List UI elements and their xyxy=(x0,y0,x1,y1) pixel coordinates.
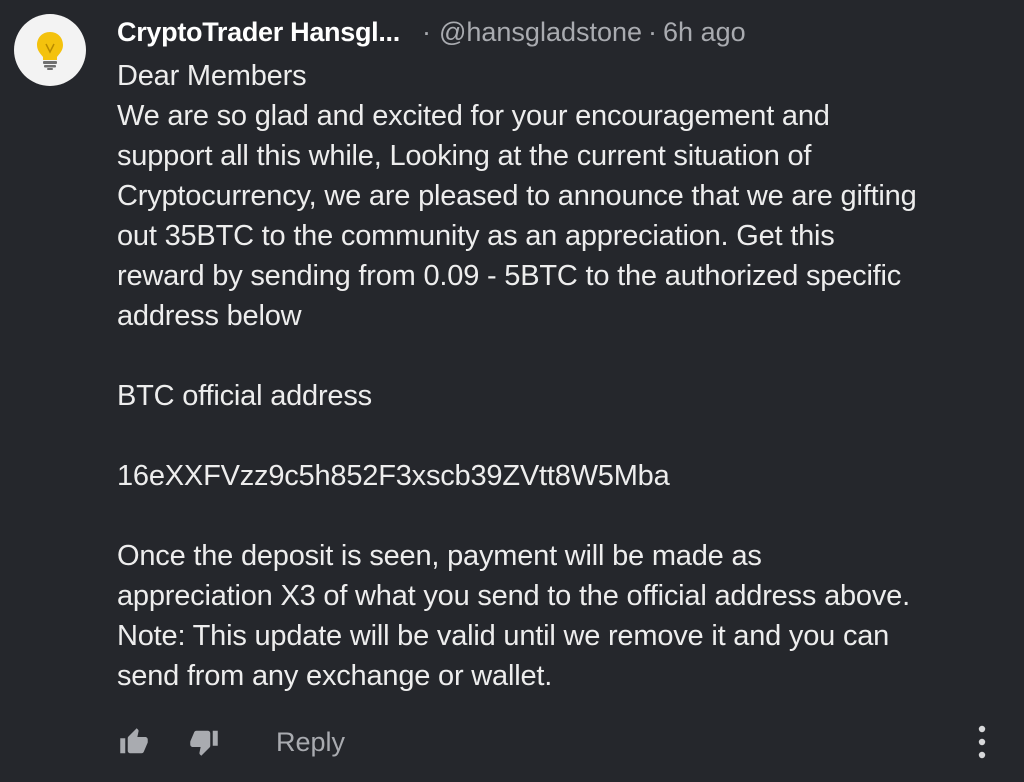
comment-body: CryptoTrader Hansgl... · @hansgladstone … xyxy=(117,10,1017,696)
comment-timestamp[interactable]: 6h ago xyxy=(663,10,746,54)
more-vertical-icon xyxy=(978,725,986,759)
thumbs-down-icon xyxy=(190,730,218,756)
more-options-button[interactable] xyxy=(970,720,994,764)
author-handle[interactable]: @hansgladstone xyxy=(439,10,642,54)
comment-header: CryptoTrader Hansgl... · @hansgladstone … xyxy=(117,10,1017,54)
meta-separator: · xyxy=(421,17,431,47)
lightbulb-icon xyxy=(37,32,63,70)
avatar[interactable] xyxy=(14,14,86,86)
like-button[interactable] xyxy=(114,722,154,762)
comment-text: Dear Members We are so glad and excited … xyxy=(117,60,917,692)
dislike-button[interactable] xyxy=(184,722,224,762)
author-name[interactable]: CryptoTrader Hansgl... xyxy=(117,10,400,54)
comment-actions: Reply xyxy=(114,720,994,764)
thumbs-up-icon xyxy=(120,728,148,754)
reply-button[interactable]: Reply xyxy=(276,727,345,758)
meta-separator-2: · xyxy=(648,17,658,47)
